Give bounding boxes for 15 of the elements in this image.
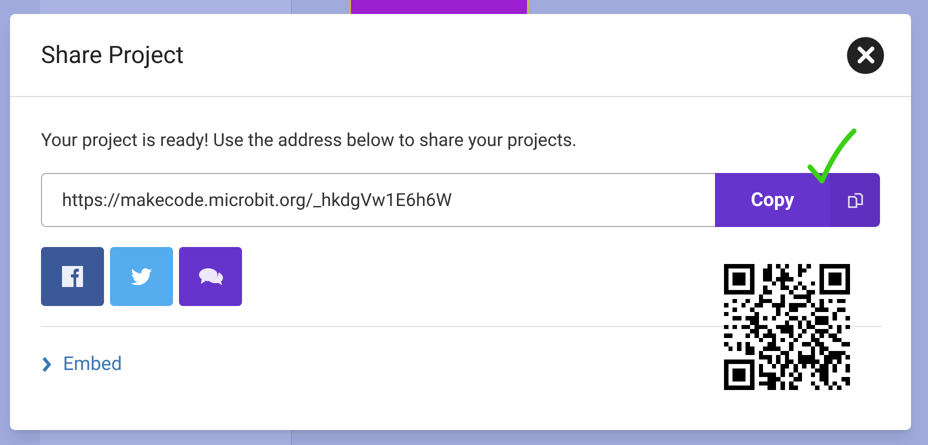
facebook-icon: [62, 266, 83, 287]
chat-button[interactable]: [179, 247, 242, 306]
embed-toggle[interactable]: Embed: [41, 350, 122, 378]
copy-icon: [846, 190, 864, 210]
facebook-button[interactable]: [41, 247, 104, 306]
copy-button[interactable]: Copy: [715, 173, 830, 227]
bird-icon: [131, 268, 152, 286]
chevron-right-icon: [41, 356, 53, 372]
chat-bubbles-icon: [198, 267, 222, 286]
url-field[interactable]: https://makecode.microbit.org/_hkdgVw1E6h6W: [41, 173, 715, 227]
close-button[interactable]: [847, 36, 884, 74]
copy-icon-button[interactable]: [830, 173, 880, 227]
dialog-title: Share Project: [41, 40, 184, 71]
close-icon: [856, 46, 874, 64]
ready-message: Your project is ready! Use the address below to share your projects.: [41, 129, 578, 153]
